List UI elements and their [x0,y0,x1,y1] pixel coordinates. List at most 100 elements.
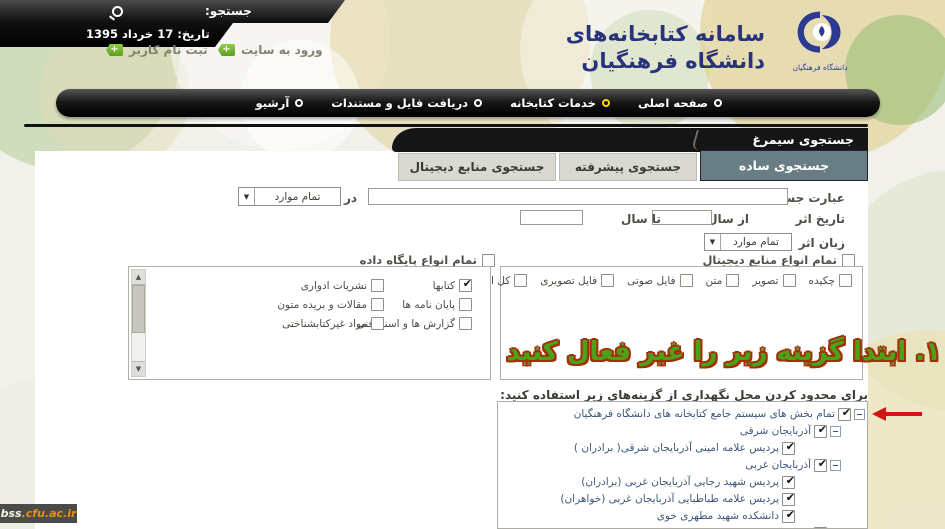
digital-option-label: فایل صوتی [627,275,675,287]
tree-node-checkbox[interactable] [838,408,851,421]
url-rest: .cfu.ac.ir [22,507,77,520]
database-option-checkbox[interactable] [371,298,384,311]
tree-node-label: آذربایجان شرقی [740,425,811,437]
year-from-input[interactable] [652,210,712,225]
register-link-label: ثبت نام کاربر [129,43,208,57]
tree-node-checkbox[interactable] [782,442,795,455]
tab-1[interactable]: جستجوی ساده [700,150,868,181]
dropdown-arrow-icon: ▼ [239,188,255,205]
digital-option-label: تصویر [752,275,778,287]
digital-option: تصویر [752,274,795,287]
location-instruction: برای محدود کردن محل نگهداری از گزینه‌های… [500,388,868,402]
tree-row: اردبیل [498,525,867,529]
nav-item-4[interactable]: آرشیو [256,96,304,110]
tree-node-label: پردیس شهید رجایی آذربایجان غربی (برادران… [581,476,779,488]
database-option-checkbox[interactable] [459,298,472,311]
section-title: جستجوی سیمرغ [752,128,854,152]
red-arrow [886,412,922,416]
digital-option-checkbox[interactable] [514,274,527,287]
date-of-work-label: تاریخ اثر [796,212,845,226]
database-option-label: پایان نامه ها [402,299,455,311]
digital-option-checkbox[interactable] [601,274,614,287]
nav-item-3[interactable]: دریافت فایل و مستندات [331,96,482,110]
all-digital-resources-checkbox[interactable] [842,254,855,267]
database-option: مواد غیرکتابشناختی [277,317,384,330]
active-indicator-icon [602,99,610,107]
nav-item-2[interactable]: خدمات کتابخانه [510,96,610,110]
digital-option: فایل تصویری [540,274,614,287]
site-url-badge: bss .cfu.ac.ir [0,504,77,523]
tree-node-label: پردیس علامه امینی آذربایجان شرقی( برادرا… [574,442,779,454]
scroll-up-icon[interactable]: ▲ [132,270,145,285]
database-option: مقالات و بریده متون [277,298,384,311]
divider-line [24,124,868,127]
site-title-line1: سامانه کتابخانه‌های [566,21,765,48]
tree-node-checkbox[interactable] [814,459,827,472]
year-to-input[interactable] [520,210,583,225]
indicator-icon [474,99,482,107]
section-header-bar: جستجوی سیمرغ [392,128,868,152]
search-phrase-input[interactable] [368,188,788,205]
register-link[interactable]: ثبت نام کاربر [106,43,208,57]
all-digital-resources-label: تمام انواع منابع دیجیتال [702,253,837,267]
tab-3[interactable]: جستجوی منابع دیجیتال [398,153,556,181]
nav-item-1[interactable]: صفحه اصلی [638,96,722,110]
page: جستجو: تاریخ: 17 خرداد 1395 ورود به سایت… [0,0,945,529]
digital-option-label: چکیده [809,275,835,287]
tree-node-label: دانشکده شهید مطهری خوی [657,510,779,522]
scroll-thumb[interactable] [132,285,145,333]
tree-node-label: آذربایجان غربی [745,459,811,471]
digital-option-label: متن [706,275,723,287]
all-databases-checkbox[interactable] [482,254,495,267]
location-tree-box: تمام بخش های سیستم جامع کتابخانه های دان… [497,401,868,529]
university-logo: دانشگاه فرهنگیان [772,8,868,72]
digital-option: چکیده [809,274,852,287]
nav-menu: صفحه اصلی خدمات کتابخانه دریافت فایل و مست… [56,89,880,117]
date-label: تاریخ: 17 خرداد 1395 [86,27,210,41]
digital-option-checkbox[interactable] [726,274,739,287]
language-select[interactable]: ▼ تمام موارد [704,233,792,251]
login-link[interactable]: ورود به سایت [218,43,323,57]
digital-option: فایل صوتی [627,274,692,287]
scrollbar[interactable]: ▲ ▼ [131,269,146,377]
database-option-checkbox[interactable] [371,317,384,330]
tree-row: پردیس شهید رجایی آذربایجان غربی (برادران… [498,474,867,490]
tree-node-checkbox[interactable] [814,425,827,438]
digital-option-checkbox[interactable] [680,274,693,287]
tree-node-label: پردیس علامه طباطبایی آذربایجان غربی (خوا… [560,493,779,505]
digital-option-checkbox[interactable] [783,274,796,287]
search-icon[interactable] [112,6,123,17]
all-databases-label: تمام انواع پایگاه داده [360,253,477,267]
header-arc-decoration [691,130,723,150]
tree-row: پردیس علامه طباطبایی آذربایجان غربی (خوا… [498,491,867,507]
collapse-minus-icon[interactable] [854,409,865,420]
main-navigation: صفحه اصلی خدمات کتابخانه دریافت فایل و مست… [56,89,880,117]
collapse-minus-icon[interactable] [830,460,841,471]
database-option-checkbox[interactable] [459,317,472,330]
tree-row: تمام بخش های سیستم جامع کتابخانه های دان… [498,406,867,422]
database-grid: کتابهاپایان نامه هاگزارش ها و اسناد فنین… [277,276,472,333]
database-option-checkbox[interactable] [371,279,384,292]
search-field-select[interactable]: ▼ تمام موارد [238,187,341,206]
database-option-label: مواد غیرکتابشناختی [282,318,367,330]
database-option: پایان نامه ها [386,298,472,311]
tree-node-checkbox[interactable] [782,493,795,506]
site-title: سامانه کتابخانه‌های دانشگاه فرهنگیان [566,21,765,75]
database-option: نشریات ادواری [277,279,384,292]
database-option-checkbox[interactable] [459,279,472,292]
scroll-down-icon[interactable]: ▼ [132,361,145,376]
plus-arrow-icon [106,44,123,56]
language-label: زبان اثر [799,236,845,250]
tab-2[interactable]: جستجوی پیشرفته [559,153,697,181]
tree-row: آذربایجان شرقی [498,423,867,439]
database-option-label: مقالات و بریده متون [277,299,367,311]
tree-node-checkbox[interactable] [782,476,795,489]
nav-item-label: دریافت فایل و مستندات [331,96,468,110]
language-selected: تمام موارد [721,236,791,248]
digital-option-checkbox[interactable] [839,274,852,287]
database-option-label: کتابها [433,280,455,292]
tree-node-checkbox[interactable] [782,510,795,523]
database-option-label: نشریات ادواری [301,280,367,292]
in-label: در [344,191,357,205]
collapse-minus-icon[interactable] [830,426,841,437]
